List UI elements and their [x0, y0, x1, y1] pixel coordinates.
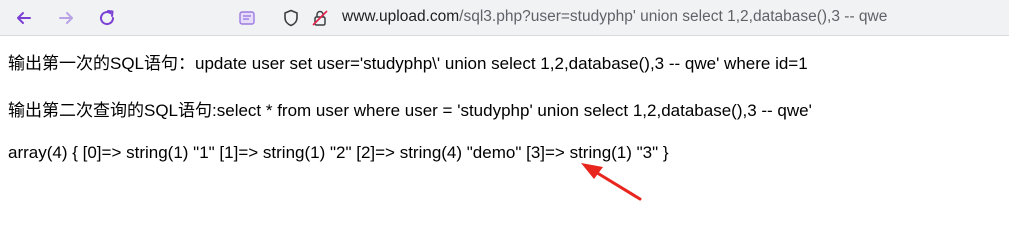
arrow-left-icon	[17, 12, 31, 24]
insecure-lock-icon	[312, 10, 328, 26]
address-bar[interactable]: www.upload.com/sql3.php?user=studyphp' u…	[342, 8, 887, 26]
page-info-button[interactable]	[234, 5, 260, 31]
browser-toolbar: www.upload.com/sql3.php?user=studyphp' u…	[0, 0, 1009, 36]
output-second-sql: 输出第二次查询的SQL语句:select * from user where u…	[8, 101, 812, 120]
forward-button[interactable]	[52, 4, 80, 32]
page-content: 输出第一次的SQL语句：update user set user='studyp…	[8, 36, 1009, 208]
query-result-dump: array(4) { [0]=> string(1) "1" [1]=> str…	[8, 143, 669, 162]
arrow-right-icon	[59, 12, 73, 24]
shield-icon	[284, 9, 298, 27]
connection-info-button[interactable]	[307, 5, 333, 31]
tracking-protection-button[interactable]	[278, 5, 304, 31]
back-button[interactable]	[10, 4, 38, 32]
url-path: /sql3.php?user=studyphp' union select 1,…	[459, 8, 888, 25]
reload-button[interactable]	[93, 4, 121, 32]
url-host: www.upload.com	[342, 8, 460, 25]
output-first-sql: 输出第一次的SQL语句：update user set user='studyp…	[8, 54, 808, 73]
reload-icon	[100, 10, 115, 26]
page-info-icon	[239, 11, 255, 25]
